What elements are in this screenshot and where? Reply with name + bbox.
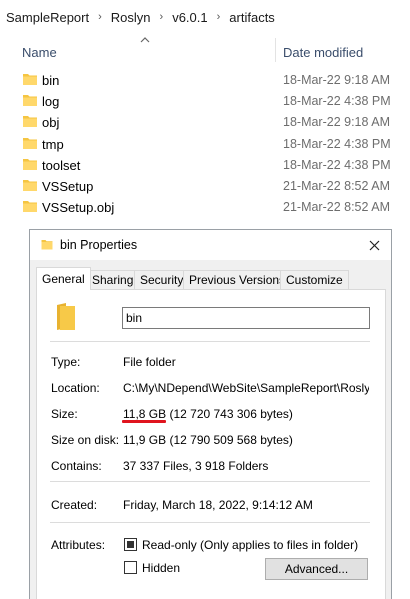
breadcrumb-item-samplereport[interactable]: SampleReport <box>6 10 89 25</box>
folder-name-input[interactable] <box>122 307 370 329</box>
folder-icon <box>23 201 37 213</box>
tab-strip: General Sharing Security Previous Versio… <box>36 267 386 290</box>
created-label: Created: <box>51 498 98 512</box>
attributes-label: Attributes: <box>51 538 106 552</box>
column-name[interactable]: Name <box>22 45 57 60</box>
highlight-underline <box>122 420 166 423</box>
tab-customize[interactable]: Customize <box>280 270 349 289</box>
list-item[interactable]: VSSetup.obj 21-Mar-22 8:52 AM <box>0 196 410 217</box>
readonly-label[interactable]: Read-only (Only applies to files in fold… <box>142 538 358 552</box>
size-on-disk-value: 11,9 GB (12 790 509 568 bytes) <box>123 433 293 447</box>
location-label: Location: <box>51 381 100 395</box>
file-name: VSSetup.obj <box>42 200 115 216</box>
list-item[interactable]: toolset 18-Mar-22 4:38 PM <box>0 154 410 175</box>
folder-icon <box>23 74 37 85</box>
column-header: Name Date modified <box>0 36 410 66</box>
divider <box>50 522 370 523</box>
file-date: 18-Mar-22 9:18 AM <box>283 73 390 87</box>
list-item[interactable]: bin 18-Mar-22 9:18 AM <box>0 69 410 90</box>
file-name: toolset <box>42 157 81 173</box>
column-date-modified[interactable]: Date modified <box>283 45 363 60</box>
column-divider[interactable] <box>275 38 276 62</box>
file-date: 18-Mar-22 4:38 PM <box>283 136 391 151</box>
size-on-disk-label: Size on disk: <box>51 433 120 447</box>
folder-icon <box>57 303 75 330</box>
contains-label: Contains: <box>51 459 102 473</box>
file-name: bin <box>42 73 60 88</box>
breadcrumb-item-roslyn[interactable]: Roslyn <box>111 10 151 25</box>
properties-dialog: bin Properties General Sharing Security … <box>29 229 392 599</box>
folder-icon <box>41 240 53 250</box>
type-label: Type: <box>51 355 81 369</box>
chevron-right-icon[interactable]: › <box>160 11 164 23</box>
list-item[interactable]: obj 18-Mar-22 9:18 AM <box>0 111 410 132</box>
breadcrumb: SampleReport › Roslyn › v6.0.1 › artifac… <box>0 0 410 34</box>
readonly-checkbox[interactable] <box>124 538 137 551</box>
size-label: Size: <box>51 407 78 421</box>
list-item[interactable]: tmp 18-Mar-22 4:38 PM <box>0 133 410 154</box>
dialog-title: bin Properties <box>60 238 138 252</box>
tab-security[interactable]: Security <box>134 270 190 289</box>
tab-previous-versions[interactable]: Previous Versions <box>183 270 292 289</box>
sort-up-icon <box>140 37 150 43</box>
folder-icon <box>23 137 37 149</box>
folder-icon <box>23 179 37 191</box>
file-date: 21-Mar-22 8:52 AM <box>283 178 390 193</box>
file-list: bin 18-Mar-22 9:18 AM log 18-Mar-22 4:38… <box>0 69 410 217</box>
divider <box>50 481 370 482</box>
folder-icon <box>23 95 37 107</box>
chevron-right-icon[interactable]: › <box>98 11 102 23</box>
type-value: File folder <box>123 355 176 369</box>
list-item[interactable]: VSSetup 21-Mar-22 8:52 AM <box>0 175 410 196</box>
file-date: 18-Mar-22 4:38 PM <box>283 94 391 109</box>
created-value: Friday, March 18, 2022, 9:14:12 AM <box>123 498 313 512</box>
list-item[interactable]: log 18-Mar-22 4:38 PM <box>0 90 410 111</box>
divider <box>50 341 370 342</box>
file-date: 21-Mar-22 8:52 AM <box>283 200 390 215</box>
hidden-checkbox[interactable] <box>124 561 137 574</box>
file-name: tmp <box>42 136 64 152</box>
breadcrumb-item-artifacts[interactable]: artifacts <box>229 10 275 25</box>
size-value: 11,8 GB (12 720 743 306 bytes) <box>123 407 293 421</box>
breadcrumb-item-version[interactable]: v6.0.1 <box>172 10 207 25</box>
close-button[interactable] <box>358 232 391 258</box>
chevron-right-icon[interactable]: › <box>217 11 221 23</box>
dialog-title-bar[interactable]: bin Properties <box>30 230 391 260</box>
tab-general[interactable]: General <box>36 267 91 290</box>
tab-sharing[interactable]: Sharing <box>86 270 140 289</box>
location-value: C:\My\NDepend\WebSite\SampleReport\Rosly… <box>123 381 369 395</box>
file-name: obj <box>42 115 60 131</box>
folder-icon <box>23 116 37 128</box>
hidden-label[interactable]: Hidden <box>142 561 180 575</box>
folder-icon <box>23 158 37 170</box>
close-icon <box>369 240 380 250</box>
contains-value: 37 337 Files, 3 918 Folders <box>123 459 269 473</box>
file-date: 18-Mar-22 9:18 AM <box>283 115 390 130</box>
advanced-button[interactable]: Advanced... <box>265 558 368 580</box>
file-date: 18-Mar-22 4:38 PM <box>283 157 391 172</box>
file-name: VSSetup <box>42 178 94 194</box>
file-name: log <box>42 94 60 110</box>
